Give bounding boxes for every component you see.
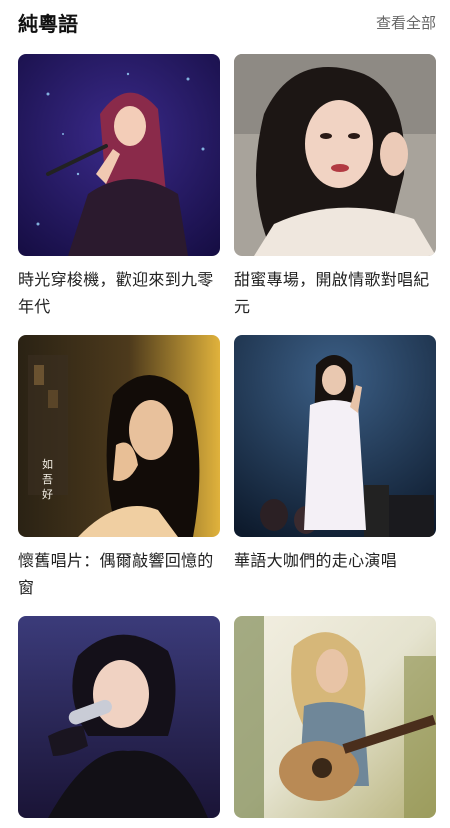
- playlist-cover[interactable]: [234, 616, 436, 818]
- playlist-cover[interactable]: [18, 54, 220, 256]
- playlist-card[interactable]: [234, 616, 436, 828]
- playlist-cover[interactable]: [234, 335, 436, 537]
- playlist-title[interactable]: 甜蜜專場，開啟情歌對唱紀元: [234, 266, 436, 320]
- playlist-title[interactable]: 華語大咖們的走心演唱: [234, 547, 436, 574]
- playlist-card[interactable]: 如 吾 好 懷舊唱片：偶爾敲響回憶的窗: [18, 335, 220, 601]
- playlist-title[interactable]: 時光穿梭機，歡迎來到九零年代: [18, 266, 220, 320]
- cover-overlay-text: 如 吾 好: [42, 458, 53, 501]
- playlist-card[interactable]: [18, 616, 220, 828]
- playlist-cover[interactable]: 如 吾 好: [18, 335, 220, 537]
- playlist-cover[interactable]: [234, 54, 436, 256]
- playlist-card[interactable]: 甜蜜專場，開啟情歌對唱紀元: [234, 54, 436, 320]
- playlist-card[interactable]: 華語大咖們的走心演唱: [234, 335, 436, 574]
- playlist-cover[interactable]: [18, 616, 220, 818]
- playlist-card[interactable]: 時光穿梭機，歡迎來到九零年代: [18, 54, 220, 320]
- playlist-grid: 時光穿梭機，歡迎來到九零年代 甜蜜專場，開啟情歌對唱紀元 如 吾 好 懷舊唱片：…: [0, 0, 450, 818]
- playlist-title[interactable]: 懷舊唱片：偶爾敲響回憶的窗: [18, 547, 220, 601]
